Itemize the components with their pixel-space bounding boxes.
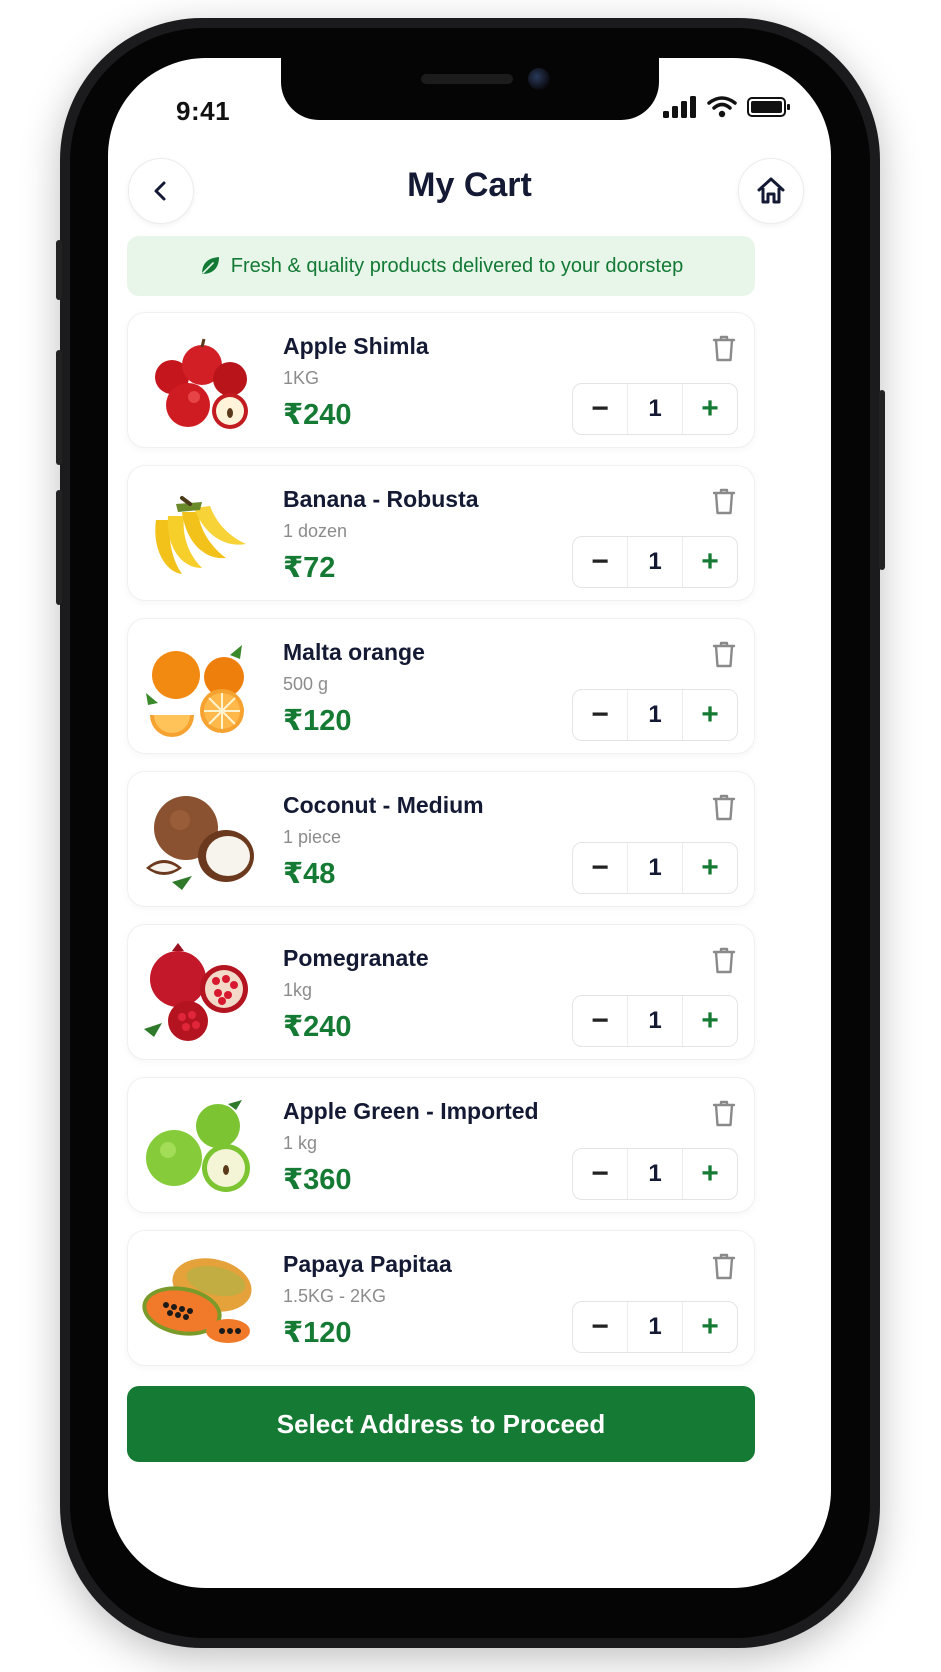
leaf-icon — [201, 257, 219, 274]
oranges-image — [142, 633, 254, 741]
item-unit: 1KG — [283, 368, 320, 388]
item-unit: 1 kg — [283, 1133, 318, 1153]
quantity-stepper: − 1 + — [572, 995, 738, 1047]
increase-quantity-button[interactable]: + — [683, 1149, 737, 1199]
pomegranate-image — [142, 939, 254, 1047]
quantity-value: 1 — [627, 843, 683, 893]
signal-icon — [663, 96, 696, 118]
volume-up-button — [56, 350, 62, 465]
status-icons — [663, 96, 791, 118]
trash-icon — [712, 488, 736, 515]
item-unit: 1kg — [283, 980, 313, 1000]
item-name: Apple Green - Imported — [283, 1098, 539, 1124]
decrease-quantity-button[interactable]: − — [573, 996, 627, 1046]
item-price: ₹120 — [283, 705, 352, 737]
item-name: Pomegranate — [283, 945, 429, 971]
quantity-stepper: − 1 + — [572, 842, 738, 894]
freshness-banner: Fresh & quality products delivered to yo… — [127, 236, 755, 296]
decrease-quantity-button[interactable]: − — [573, 843, 627, 893]
item-name: Coconut - Medium — [283, 792, 484, 818]
decrease-quantity-button[interactable]: − — [573, 1302, 627, 1352]
quantity-stepper: − 1 + — [572, 383, 738, 435]
cart-item: Pomegranate 1kg ₹240 − 1 + — [127, 924, 755, 1060]
increase-quantity-button[interactable]: + — [683, 996, 737, 1046]
home-icon — [757, 177, 785, 204]
quantity-value: 1 — [627, 1302, 683, 1352]
front-camera — [528, 68, 550, 90]
power-button — [879, 390, 885, 570]
increase-quantity-button[interactable]: + — [683, 690, 737, 740]
trash-icon — [712, 335, 736, 362]
item-name: Malta orange — [283, 639, 425, 665]
delete-item-button[interactable] — [710, 1251, 738, 1281]
item-price: ₹72 — [283, 552, 336, 584]
increase-quantity-button[interactable]: + — [683, 537, 737, 587]
volume-down-button — [56, 490, 62, 605]
item-price: ₹240 — [283, 399, 352, 431]
cart-item: Papaya Papitaa 1.5KG - 2KG ₹120 − 1 + — [127, 1230, 755, 1366]
increase-quantity-button[interactable]: + — [683, 843, 737, 893]
item-name: Apple Shimla — [283, 333, 429, 359]
item-unit: 500 g — [283, 674, 329, 694]
delete-item-button[interactable] — [710, 486, 738, 516]
trash-icon — [712, 947, 736, 974]
quantity-value: 1 — [627, 537, 683, 587]
red-apples-image — [142, 327, 254, 435]
delete-item-button[interactable] — [710, 945, 738, 975]
papaya-image — [142, 1245, 254, 1353]
quantity-value: 1 — [627, 690, 683, 740]
earpiece-speaker — [421, 74, 513, 84]
decrease-quantity-button[interactable]: − — [573, 1149, 627, 1199]
quantity-stepper: − 1 + — [572, 1301, 738, 1353]
trash-icon — [712, 1100, 736, 1127]
increase-quantity-button[interactable]: + — [683, 384, 737, 434]
increase-quantity-button[interactable]: + — [683, 1302, 737, 1352]
trash-icon — [712, 794, 736, 821]
mute-switch — [56, 240, 62, 300]
delete-item-button[interactable] — [710, 639, 738, 669]
status-time: 9:41 — [176, 96, 231, 126]
bananas-image — [142, 480, 254, 588]
decrease-quantity-button[interactable]: − — [573, 384, 627, 434]
item-price: ₹360 — [283, 1164, 352, 1196]
quantity-stepper: − 1 + — [572, 689, 738, 741]
delete-item-button[interactable] — [710, 792, 738, 822]
item-name: Banana - Robusta — [283, 486, 479, 512]
delete-item-button[interactable] — [710, 1098, 738, 1128]
decrease-quantity-button[interactable]: − — [573, 690, 627, 740]
quantity-value: 1 — [627, 996, 683, 1046]
item-unit: 1.5KG - 2KG — [283, 1286, 387, 1306]
decrease-quantity-button[interactable]: − — [573, 537, 627, 587]
quantity-value: 1 — [627, 1149, 683, 1199]
wifi-icon — [707, 96, 737, 118]
home-button[interactable] — [738, 158, 804, 224]
cart-item: Coconut - Medium 1 piece ₹48 − 1 + — [127, 771, 755, 907]
notch — [281, 58, 659, 120]
quantity-value: 1 — [627, 384, 683, 434]
cart-item: Apple Green - Imported 1 kg ₹360 − 1 + — [127, 1077, 755, 1213]
green-apples-image — [142, 1092, 254, 1200]
phone-screen: 9:41 My Cart Fresh & quality products de… — [108, 58, 831, 1588]
page-title: My Cart — [407, 166, 532, 204]
battery-icon — [747, 97, 790, 117]
cart-list: Apple Shimla 1KG ₹240 − 1 + Banana - Rob… — [127, 312, 755, 1383]
item-unit: 1 dozen — [283, 521, 348, 541]
coconut-image — [142, 786, 254, 894]
cart-item: Malta orange 500 g ₹120 − 1 + — [127, 618, 755, 754]
select-address-button[interactable]: Select Address to Proceed — [127, 1386, 755, 1462]
item-price: ₹120 — [283, 1317, 352, 1349]
trash-icon — [712, 1253, 736, 1280]
item-unit: 1 piece — [283, 827, 342, 847]
quantity-stepper: − 1 + — [572, 1148, 738, 1200]
item-price: ₹240 — [283, 1011, 352, 1043]
item-name: Papaya Papitaa — [283, 1251, 452, 1277]
item-price: ₹48 — [283, 858, 336, 890]
cart-item: Banana - Robusta 1 dozen ₹72 − 1 + — [127, 465, 755, 601]
quantity-stepper: − 1 + — [572, 536, 738, 588]
banner-text: Fresh & quality products delivered to yo… — [230, 254, 684, 277]
delete-item-button[interactable] — [710, 333, 738, 363]
cart-item: Apple Shimla 1KG ₹240 − 1 + — [127, 312, 755, 448]
trash-icon — [712, 641, 736, 668]
